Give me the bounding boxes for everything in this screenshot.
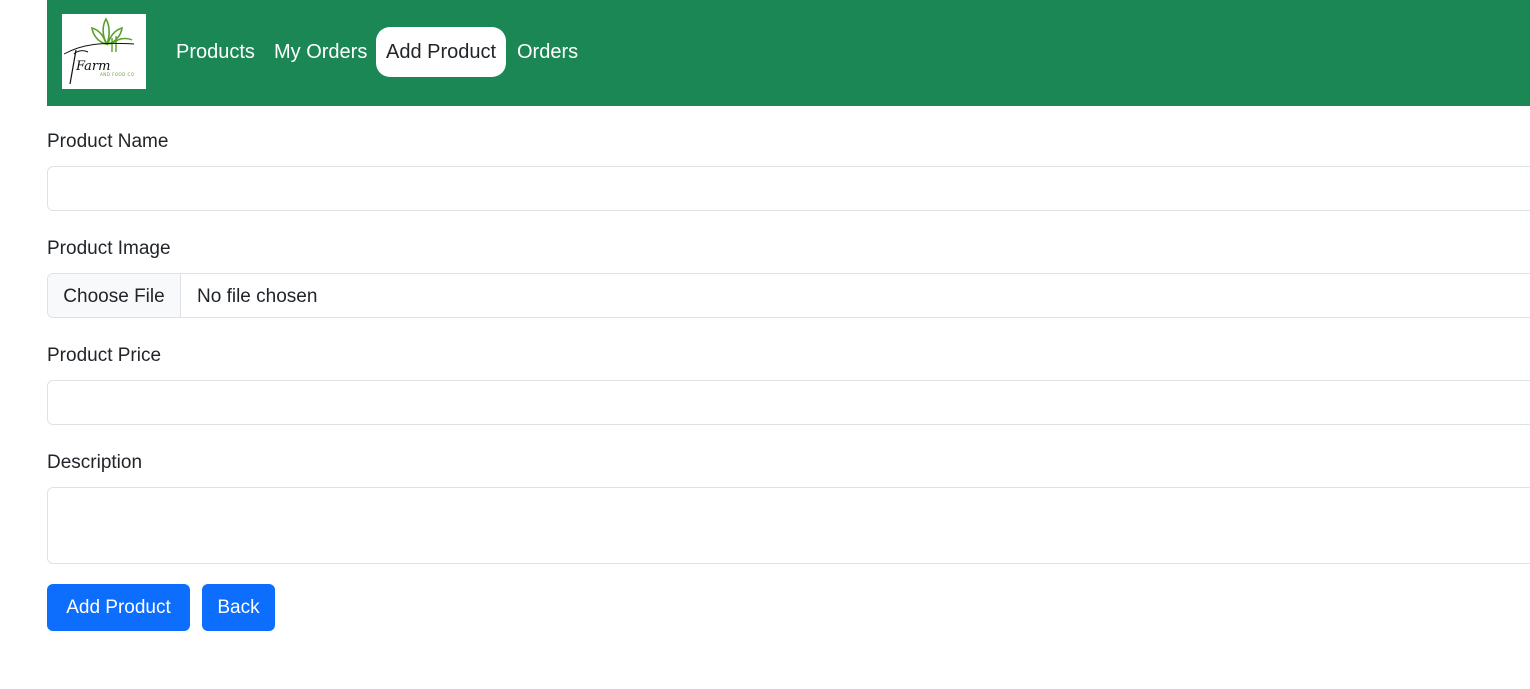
nav-link-my-orders[interactable]: My Orders [264, 27, 377, 77]
top-navbar: Farm AND FOOD CO Products My Orders Add … [47, 0, 1530, 106]
description-label: Description [47, 452, 143, 473]
farm-logo-icon: Farm AND FOOD CO [63, 17, 135, 85]
nav-link-products[interactable]: Products [166, 27, 265, 77]
product-name-input[interactable] [47, 166, 1530, 211]
file-status-text: No file chosen [197, 286, 318, 307]
nav-link-orders[interactable]: Orders [507, 27, 588, 77]
product-price-label: Product Price [47, 345, 162, 366]
product-image-file-input[interactable]: Choose File No file chosen [47, 273, 1530, 318]
choose-file-button[interactable]: Choose File [48, 274, 181, 317]
description-textarea[interactable] [47, 487, 1530, 564]
add-product-button[interactable]: Add Product [47, 584, 190, 631]
back-button[interactable]: Back [202, 584, 275, 631]
nav-link-add-product[interactable]: Add Product [376, 27, 507, 77]
brand-logo[interactable]: Farm AND FOOD CO [62, 14, 146, 89]
product-name-label: Product Name [47, 131, 169, 152]
product-price-input[interactable] [47, 380, 1530, 425]
product-image-label: Product Image [47, 238, 171, 259]
brand-subtext: AND FOOD CO [100, 72, 134, 77]
